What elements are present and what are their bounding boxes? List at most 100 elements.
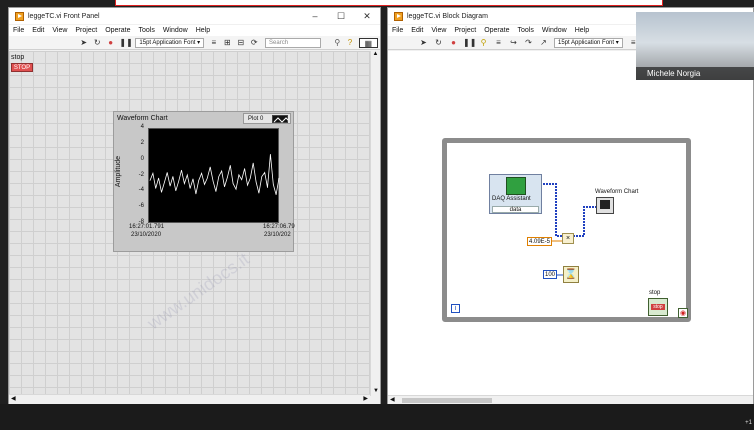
daq-data-terminal[interactable]: data xyxy=(492,206,539,213)
webcam-name: Michele Norgia xyxy=(636,67,754,80)
daq-assistant-label: DAQ Assistant xyxy=(492,196,531,202)
highlight-execution-icon[interactable]: ⚲ xyxy=(478,38,489,48)
run-continuously-icon[interactable]: ↻ xyxy=(433,38,444,48)
front-panel-canvas[interactable]: stop STOP Waveform Chart Plot 0 Amplitud… xyxy=(9,51,370,396)
menu-window[interactable]: Window xyxy=(538,27,571,34)
menu-window[interactable]: Window xyxy=(159,27,192,34)
desktop: leggeTC.vi Front Panel – ☐ ✕ File Edit Vie… xyxy=(0,0,754,430)
step-out-icon[interactable]: ↗ xyxy=(538,38,549,48)
data-point xyxy=(238,174,240,176)
data-point xyxy=(230,165,231,166)
taskbar: +1 xyxy=(0,404,754,430)
search-icon[interactable]: ⚲ xyxy=(334,38,340,47)
webcam-overlay: Michele Norgia xyxy=(636,12,754,80)
distribute-icon[interactable]: ⊞ xyxy=(223,38,232,48)
menu-help[interactable]: Help xyxy=(571,27,593,34)
data-point xyxy=(221,170,222,172)
loop-iteration-terminal[interactable]: i xyxy=(451,304,460,313)
maximize-icon[interactable]: ☐ xyxy=(328,8,354,24)
taskbar-badge[interactable]: +1 xyxy=(745,420,752,426)
data-point xyxy=(175,190,177,192)
front-panel-window: leggeTC.vi Front Panel – ☐ ✕ File Edit Vie… xyxy=(8,7,381,405)
menu-file[interactable]: File xyxy=(388,27,407,34)
data-point xyxy=(218,176,220,177)
data-point xyxy=(149,180,151,181)
y-tick-label: 4 xyxy=(140,124,144,130)
step-into-icon[interactable]: ↪ xyxy=(508,38,519,48)
font-select[interactable]: 15pt Application Font ▾ xyxy=(135,37,205,48)
stopwatch-icon: ⌛ xyxy=(564,269,578,280)
align-icon[interactable]: ≡ xyxy=(209,38,218,48)
scroll-left-icon[interactable]: ◀ xyxy=(11,396,16,402)
close-icon[interactable]: ✕ xyxy=(354,8,380,24)
menu-file[interactable]: File xyxy=(9,27,28,34)
scroll-right-icon[interactable]: ▶ xyxy=(363,395,368,402)
pause-icon[interactable]: ❚❚ xyxy=(119,38,132,48)
run-arrow-icon[interactable]: ➤ xyxy=(79,38,88,48)
front-panel-titlebar[interactable]: leggeTC.vi Front Panel – ☐ ✕ xyxy=(9,8,380,24)
menu-view[interactable]: View xyxy=(427,27,450,34)
data-point xyxy=(161,192,162,193)
menu-project[interactable]: Project xyxy=(450,27,480,34)
horizontal-scrollbar[interactable]: ◀ ▶ xyxy=(9,394,370,404)
menu-tools[interactable]: Tools xyxy=(134,27,158,34)
data-point xyxy=(192,178,194,180)
menu-help[interactable]: Help xyxy=(192,27,214,34)
connector-pane-icon[interactable]: ▦ xyxy=(358,37,378,48)
vertical-scrollbar[interactable]: ▲ ▼ xyxy=(370,51,380,396)
series-line-plot-0 xyxy=(149,154,280,195)
data-point xyxy=(172,176,174,177)
daq-assistant-icon xyxy=(506,177,526,195)
chart-label: Waveform Chart xyxy=(117,115,168,122)
menu-operate[interactable]: Operate xyxy=(101,27,134,34)
scroll-down-icon[interactable]: ▼ xyxy=(371,388,380,394)
stop-terminal[interactable]: stop xyxy=(648,298,668,316)
abort-icon[interactable]: ● xyxy=(448,38,459,48)
constant-4e-5[interactable]: 4.09E-5 xyxy=(527,237,552,246)
data-point xyxy=(184,183,185,184)
data-point xyxy=(215,191,217,192)
x-end-date: 23/10/202 xyxy=(264,232,291,238)
menu-project[interactable]: Project xyxy=(71,27,101,34)
data-point xyxy=(169,185,171,187)
menu-operate[interactable]: Operate xyxy=(480,27,513,34)
daq-assistant-node[interactable]: DAQ Assistant data xyxy=(489,174,542,214)
data-point xyxy=(212,180,214,182)
run-arrow-icon[interactable]: ➤ xyxy=(418,38,429,48)
run-continuously-icon[interactable]: ↻ xyxy=(92,38,101,48)
data-point xyxy=(247,184,248,186)
loop-condition-icon[interactable]: ◉ xyxy=(678,308,688,318)
waveform-chart-terminal[interactable] xyxy=(596,197,614,214)
data-point xyxy=(189,188,191,189)
y-tick-label: 2 xyxy=(140,139,144,146)
menu-edit[interactable]: Edit xyxy=(28,27,48,34)
wait-constant[interactable]: 100 xyxy=(543,270,557,279)
resize-icon[interactable]: ⊟ xyxy=(236,38,245,48)
font-select[interactable]: 15pt Application Font ▾ xyxy=(554,37,623,48)
step-over-icon[interactable]: ↷ xyxy=(523,38,534,48)
stop-button[interactable]: STOP xyxy=(11,63,33,72)
y-tick-label: -2 xyxy=(138,171,144,178)
help-icon[interactable]: ? xyxy=(345,38,354,48)
pause-icon[interactable]: ❚❚ xyxy=(463,38,476,48)
scroll-left-icon[interactable]: ◀ xyxy=(390,397,395,403)
minimize-icon[interactable]: – xyxy=(302,8,328,24)
waveform-chart[interactable]: Waveform Chart Plot 0 Amplitude 4 2 0 -2 -4 -… xyxy=(113,111,295,252)
menu-edit[interactable]: Edit xyxy=(407,27,427,34)
menu-view[interactable]: View xyxy=(48,27,71,34)
data-point xyxy=(195,193,197,195)
abort-icon[interactable]: ● xyxy=(106,38,115,48)
multiply-node[interactable]: × xyxy=(562,233,574,244)
reorder-icon[interactable]: ⟳ xyxy=(250,38,259,48)
chart-legend[interactable]: Plot 0 xyxy=(243,113,291,124)
menu-tools[interactable]: Tools xyxy=(513,27,537,34)
data-point xyxy=(273,184,274,185)
retain-wire-values-icon[interactable]: ≡ xyxy=(493,38,504,48)
wait-ms-node[interactable]: ⌛ xyxy=(563,266,579,283)
scroll-up-icon[interactable]: ▲ xyxy=(371,51,380,57)
window-title: leggeTC.vi Front Panel xyxy=(28,12,100,20)
scroll-thumb[interactable] xyxy=(402,398,492,403)
data-point xyxy=(207,177,208,179)
search-input[interactable]: Search ⚲ xyxy=(265,37,340,48)
data-point xyxy=(198,180,199,181)
